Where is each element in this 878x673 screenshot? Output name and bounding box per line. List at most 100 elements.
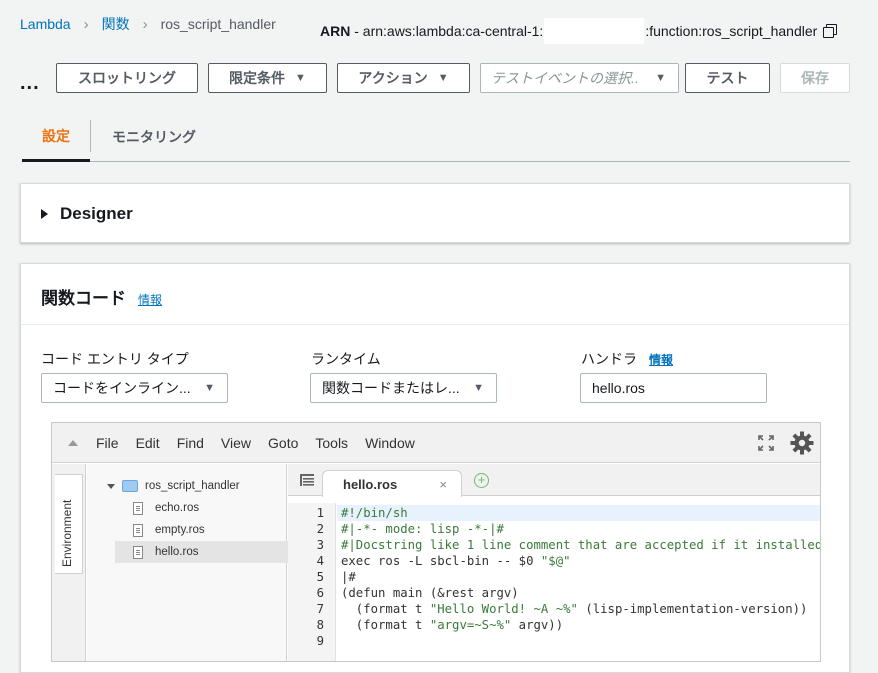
line-number-gutter: 1 2 3 4 5 6 7 8 9 — [288, 503, 336, 661]
code-token: (lisp-implementation-version)) — [577, 602, 808, 616]
code-line[interactable]: (format t "argv=~S~%" argv)) — [341, 617, 563, 633]
qualifiers-button[interactable]: 限定条件 ▼ — [208, 63, 327, 93]
gear-icon[interactable] — [790, 431, 814, 455]
file-icon — [133, 523, 143, 537]
code-token: argv)) — [511, 618, 564, 632]
code-token: "Hello World! ~A ~%" — [429, 602, 578, 616]
runtime-select[interactable]: 関数コードまたはレ... ▼ — [310, 373, 497, 403]
tree-file-selected[interactable]: hello.ros — [115, 541, 293, 563]
file-icon — [133, 501, 143, 515]
file-tree: ros_script_handler echo.ros empty.ros he… — [87, 464, 293, 661]
collapse-menu-icon[interactable] — [68, 439, 78, 446]
arn-account-redaction — [544, 18, 645, 44]
code-line[interactable]: #!/bin/sh — [337, 505, 820, 521]
test-event-placeholder: テストイベントの選択.. — [491, 70, 639, 86]
code-line[interactable]: (defun main (&rest argv) — [341, 585, 519, 601]
chevron-right-icon: › — [142, 15, 148, 33]
code-line[interactable]: exec ros -L sbcl-bin -- $0 "$@" — [341, 553, 571, 569]
environment-tab[interactable]: Environment — [55, 474, 83, 574]
tab-monitoring[interactable]: モニタリング — [102, 112, 206, 162]
copy-icon[interactable] — [823, 24, 838, 38]
tree-folder-label: ros_script_handler — [145, 480, 240, 492]
caret-right-icon — [41, 209, 48, 219]
test-button[interactable]: テスト — [685, 63, 770, 93]
code-token: #|-*- mode: lisp -*-|# — [341, 522, 504, 536]
code-token: (format t — [341, 602, 430, 616]
breadcrumb-lambda[interactable]: Lambda — [20, 16, 71, 32]
actions-label: アクション — [358, 70, 428, 86]
arn-label: ARN — [320, 23, 351, 39]
arn-prefix: - arn:aws:lambda:ca-central-1: — [350, 23, 544, 39]
menu-window[interactable]: Window — [365, 435, 415, 451]
menu-tools[interactable]: Tools — [315, 435, 348, 451]
handler-label: ハンドラ — [581, 351, 637, 367]
actions-button[interactable]: アクション ▼ — [337, 63, 470, 93]
save-label: 保存 — [801, 70, 829, 86]
function-code-title: 関数コード — [41, 289, 126, 308]
tree-file[interactable]: echo.ros — [133, 497, 199, 519]
code-token: (defun main (&rest argv) — [341, 586, 519, 600]
file-icon — [133, 545, 143, 559]
handler-info-link[interactable]: 情報 — [649, 351, 673, 368]
code-line[interactable]: #|Docstring like 1 line comment that are… — [341, 537, 821, 553]
close-icon[interactable]: × — [439, 477, 447, 492]
menu-find[interactable]: Find — [177, 435, 204, 451]
runtime-label: ランタイム — [311, 351, 381, 367]
line-number: 1 — [316, 506, 324, 520]
designer-toggle[interactable]: Designer — [41, 204, 133, 224]
function-code-info-link[interactable]: 情報 — [138, 291, 162, 308]
entry-type-value: コードをインライン... — [53, 380, 191, 396]
menu-file[interactable]: File — [96, 435, 119, 451]
add-tab-icon[interactable]: + — [474, 473, 489, 488]
caret-down-icon: ▼ — [295, 72, 306, 84]
save-button[interactable]: 保存 — [780, 63, 850, 93]
line-number: 3 — [316, 538, 324, 552]
line-number: 6 — [316, 586, 324, 600]
code-token: "$@" — [540, 554, 571, 568]
code-token: |# — [341, 570, 356, 584]
code-area[interactable]: #!/bin/sh #|-*- mode: lisp -*-|# #|Docstri… — [337, 503, 821, 661]
breadcrumb-functions[interactable]: 関数 — [102, 14, 130, 34]
code-line[interactable]: #|-*- mode: lisp -*-|# — [341, 521, 504, 537]
designer-title: Designer — [60, 204, 133, 223]
fullscreen-icon[interactable] — [758, 435, 774, 451]
caret-down-icon: ▼ — [437, 72, 449, 84]
more-menu-icon[interactable]: ... — [20, 72, 40, 95]
line-number: 2 — [316, 522, 324, 536]
throttle-button[interactable]: スロットリング — [56, 63, 198, 93]
caret-down-icon — [107, 483, 115, 489]
function-code-header: 関数コード 情報 — [41, 284, 162, 309]
breadcrumb: Lambda › 関数 › ros_script_handler — [20, 14, 276, 34]
menu-goto[interactable]: Goto — [268, 435, 298, 451]
config-tabs: 設定 モニタリング — [22, 112, 850, 162]
tree-file[interactable]: empty.ros — [133, 519, 205, 541]
tree-folder[interactable]: ros_script_handler — [107, 475, 240, 497]
environment-tab-label: Environment — [60, 499, 74, 567]
code-line[interactable]: (format t "Hello World! ~A ~%" (lisp-imp… — [341, 601, 808, 617]
line-number: 5 — [316, 570, 324, 584]
tree-file-label: echo.ros — [155, 502, 200, 514]
tab-configuration[interactable]: 設定 — [22, 112, 90, 162]
chevron-right-icon: › — [83, 15, 89, 33]
editor-tab-hello-ros[interactable]: hello.ros × — [322, 470, 462, 497]
code-token: "argv=~S~%" — [429, 618, 512, 632]
runtime-value: 関数コードまたはレ... — [322, 380, 460, 396]
handler-label-group: ハンドラ 情報 — [581, 349, 673, 369]
editor-tab-label: hello.ros — [343, 476, 398, 492]
test-event-select[interactable]: テストイベントの選択.. ▼ — [480, 63, 679, 93]
code-token: #|Docstring like 1 line comment that are… — [341, 538, 821, 552]
code-line[interactable]: |# — [341, 569, 356, 585]
entry-type-select[interactable]: コードをインライン... ▼ — [41, 373, 228, 403]
editor-tab-bar: hello.ros × + — [288, 464, 820, 497]
menu-view[interactable]: View — [221, 435, 251, 451]
handler-input[interactable]: hello.ros — [580, 373, 767, 403]
breadcrumb-current: ros_script_handler — [160, 16, 276, 32]
tab-list-icon[interactable] — [300, 474, 314, 486]
folder-icon — [122, 480, 138, 492]
line-number: 9 — [316, 634, 324, 648]
tree-file-label: empty.ros — [155, 524, 205, 536]
qualifiers-label: 限定条件 — [229, 70, 286, 86]
tab-divider — [90, 120, 91, 152]
menu-edit[interactable]: Edit — [136, 435, 160, 451]
code-token: #!/bin/sh — [341, 506, 408, 520]
